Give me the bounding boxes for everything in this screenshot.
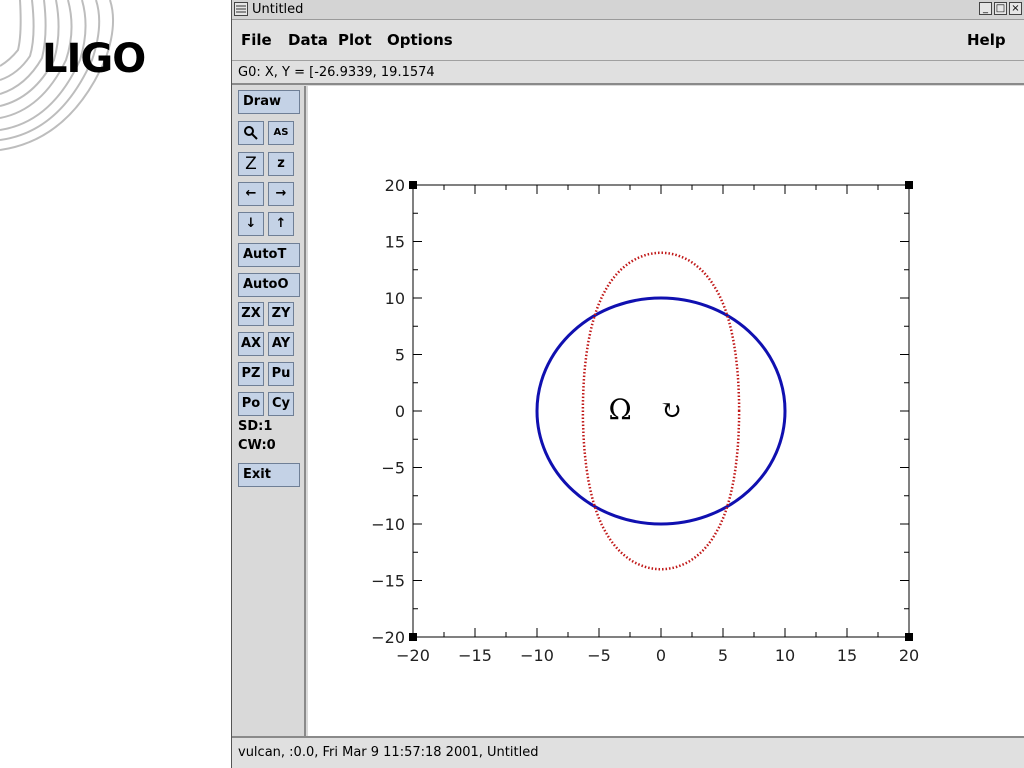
window-title: Untitled — [252, 2, 304, 17]
zoom-tool-button[interactable] — [238, 121, 264, 145]
zy-button[interactable]: ZY — [268, 302, 294, 326]
pu-button[interactable]: Pu — [268, 362, 294, 386]
draw-button[interactable]: Draw — [238, 90, 300, 114]
minimize-button[interactable]: _ — [979, 2, 992, 15]
pan-left-button[interactable]: ← — [238, 182, 264, 206]
menu-data[interactable]: Data — [288, 31, 328, 49]
menu-bar: File Data Plot Options Help — [232, 20, 1024, 61]
y-tick-label: 15 — [385, 233, 405, 252]
app-window: Untitled _ □ × File Data Plot Options He… — [231, 0, 1024, 768]
x-tick-label: 5 — [718, 646, 728, 665]
window-menu-icon[interactable] — [234, 2, 248, 16]
x-tick-label: −10 — [520, 646, 554, 665]
x-tick-label: −15 — [458, 646, 492, 665]
y-tick-label: 0 — [395, 402, 405, 421]
x-tick-label: 10 — [775, 646, 795, 665]
rotation-annotation: ↻ — [660, 396, 682, 426]
status-bar: vulcan, :0.0, Fri Mar 9 11:57:18 2001, U… — [232, 736, 1024, 768]
zx-button[interactable]: ZX — [238, 302, 264, 326]
plot-canvas[interactable]: −20 −15 −10 −5 0 5 10 15 20 20 15 10 5 0 −5 −10 −15 −20 Ω ↻ — [308, 86, 1024, 736]
y-tick-label: −5 — [381, 459, 405, 478]
pan-down-button[interactable]: ↓ — [238, 212, 264, 236]
logo-text: LIGO — [42, 36, 146, 82]
x-tick-label: −20 — [396, 646, 430, 665]
x-tick-label: 20 — [899, 646, 919, 665]
y-tick-label: −10 — [371, 515, 405, 534]
title-bar[interactable]: Untitled _ □ × — [232, 0, 1024, 20]
x-tick-label: −5 — [587, 646, 611, 665]
y-tick-label: 10 — [385, 289, 405, 308]
maximize-button[interactable]: □ — [994, 2, 1007, 15]
plot-area[interactable]: −20 −15 −10 −5 0 5 10 15 20 20 15 10 5 0 −5 −10 −15 −20 Ω ↻ — [308, 86, 1024, 736]
ligo-logo: LIGO — [0, 0, 232, 160]
toolbar: Draw AS Z z ← → ↓ ↑ AutoT AutoO ZX ZY AX… — [232, 86, 306, 736]
zoom-out-button[interactable]: z — [268, 152, 294, 176]
menu-file[interactable]: File — [241, 31, 272, 49]
ay-button[interactable]: AY — [268, 332, 294, 356]
x-tick-label: 0 — [656, 646, 666, 665]
ax-button[interactable]: AX — [238, 332, 264, 356]
po-button[interactable]: Po — [238, 392, 264, 416]
zoom-in-button[interactable]: Z — [238, 152, 264, 176]
pz-button[interactable]: PZ — [238, 362, 264, 386]
x-tick-label: 15 — [837, 646, 857, 665]
cw-label: CW:0 — [238, 438, 276, 453]
coordinate-readout: G0: X, Y = [-26.9339, 19.1574 — [232, 61, 1024, 85]
exit-button[interactable]: Exit — [238, 463, 300, 487]
menu-help[interactable]: Help — [967, 31, 1006, 49]
omega-annotation: Ω — [608, 393, 631, 426]
pan-right-button[interactable]: → — [268, 182, 294, 206]
y-tick-label: −15 — [371, 572, 405, 591]
close-button[interactable]: × — [1009, 2, 1022, 15]
autoo-button[interactable]: AutoO — [238, 273, 300, 297]
y-tick-label: 20 — [385, 176, 405, 195]
sd-label: SD:1 — [238, 419, 273, 434]
y-tick-label: 5 — [395, 346, 405, 365]
y-tick-label: −20 — [371, 628, 405, 647]
magnifier-icon — [244, 126, 258, 140]
pan-up-button[interactable]: ↑ — [268, 212, 294, 236]
menu-plot[interactable]: Plot — [338, 31, 372, 49]
autoscale-tool-button[interactable]: AS — [268, 121, 294, 145]
menu-options[interactable]: Options — [387, 31, 453, 49]
autot-button[interactable]: AutoT — [238, 243, 300, 267]
cy-button[interactable]: Cy — [268, 392, 294, 416]
